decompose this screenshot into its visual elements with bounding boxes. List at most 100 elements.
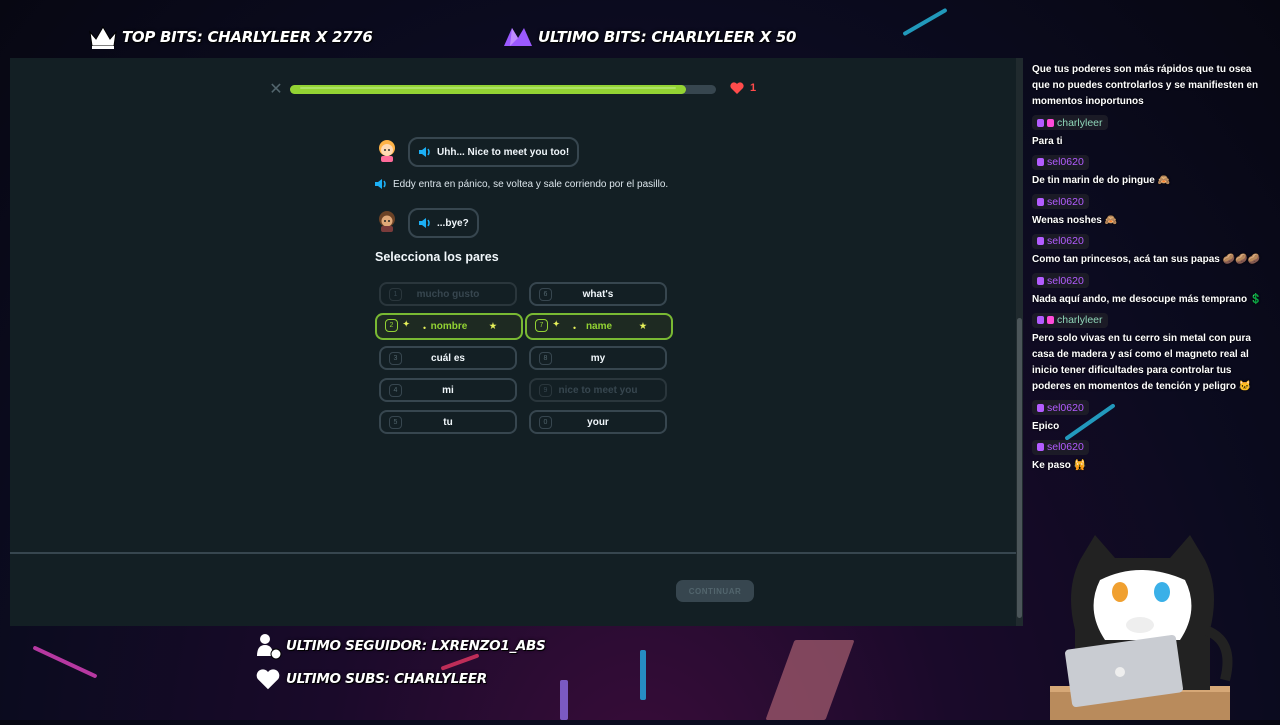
tile-shortcut-number: 4 bbox=[389, 384, 402, 397]
exercise-prompt: Selecciona los pares bbox=[375, 250, 499, 264]
tile-shortcut-number: 5 bbox=[389, 416, 402, 429]
tile-text: tu bbox=[443, 416, 453, 428]
speech-bubble-1[interactable]: Uhh... Nice to meet you too! bbox=[408, 137, 580, 167]
chat-username-text: sel0620 bbox=[1047, 441, 1084, 453]
chat-message: Epico bbox=[1032, 420, 1060, 432]
narration-text: Eddy entra en pánico, se voltea y sale c… bbox=[393, 178, 669, 190]
speaker-icon[interactable] bbox=[374, 178, 388, 190]
ultimo-subs-text: ULTIMO SUBS: CHARLYLEER bbox=[286, 671, 487, 687]
chat-username[interactable]: sel0620 bbox=[1032, 194, 1089, 209]
sparkle-icon: ★ bbox=[639, 321, 647, 331]
chat-message: Ke paso 🙀 bbox=[1032, 460, 1087, 471]
match-tile-right[interactable]: 8 my bbox=[529, 346, 667, 370]
tile-shortcut-number: 1 bbox=[389, 288, 402, 301]
speech-bubble-2[interactable]: ...bye? bbox=[408, 208, 479, 238]
hearts-count: 1 bbox=[750, 82, 757, 94]
sub-badge-icon bbox=[1037, 118, 1044, 127]
lesson-window: ✕ 1 Uhh... Nice to meet you too! Eddy en… bbox=[10, 58, 1016, 626]
match-tile-right: 9 nice to meet you bbox=[529, 378, 667, 402]
match-tile-left[interactable]: 5 tu bbox=[379, 410, 517, 434]
tile-text: your bbox=[587, 416, 609, 428]
bubble-1-text: Uhh... Nice to meet you too! bbox=[437, 146, 570, 158]
chat-username[interactable]: charlyleer bbox=[1032, 115, 1108, 130]
chat-username[interactable]: charlyleer bbox=[1032, 312, 1108, 328]
sparkle-icon: • bbox=[423, 323, 426, 333]
match-tile-right[interactable]: 7 name ✦ • ★ bbox=[525, 313, 673, 340]
speaker-icon[interactable] bbox=[418, 146, 432, 158]
sub-badge-icon bbox=[1037, 276, 1044, 285]
chat-username[interactable]: sel0620 bbox=[1032, 233, 1089, 249]
tile-shortcut-number: 7 bbox=[535, 319, 548, 332]
match-tile-right[interactable]: 6 what's bbox=[529, 282, 667, 306]
bubble-2-text: ...bye? bbox=[437, 217, 469, 229]
boy-avatar-icon bbox=[379, 211, 395, 232]
stream-chat: Que tus poderes son más rápidos que tu o… bbox=[1026, 60, 1276, 476]
tile-text: my bbox=[590, 352, 606, 364]
chat-username[interactable]: sel0620 bbox=[1032, 154, 1089, 170]
chat-username-text: sel0620 bbox=[1047, 235, 1084, 247]
scrollbar[interactable] bbox=[1016, 58, 1023, 626]
broadcaster-badge-icon bbox=[1047, 316, 1054, 324]
hearts-counter: 1 bbox=[730, 82, 756, 94]
tile-text: what's bbox=[582, 288, 614, 300]
footer-divider bbox=[10, 552, 1016, 554]
tile-shortcut-number: 2 bbox=[385, 319, 398, 332]
crown-icon bbox=[89, 26, 117, 49]
sparkle-icon: ✦ bbox=[552, 319, 560, 329]
tile-text: cuál es bbox=[431, 352, 465, 364]
progress-bar bbox=[290, 85, 716, 94]
cat-mascot-image bbox=[1050, 535, 1233, 720]
girl-avatar-icon bbox=[379, 140, 395, 162]
chat-username-text: charlyleer bbox=[1057, 116, 1103, 129]
tile-text: name bbox=[585, 321, 613, 332]
match-tile-left[interactable]: 3 cuál es bbox=[379, 346, 517, 370]
character-avatar-girl bbox=[375, 138, 399, 162]
tile-shortcut-number: 6 bbox=[539, 288, 552, 301]
broadcaster-badge-icon bbox=[1047, 118, 1054, 127]
narration: Eddy entra en pánico, se voltea y sale c… bbox=[374, 178, 668, 190]
continue-button[interactable]: CONTINUAR bbox=[676, 580, 754, 602]
sparkle-icon: ✦ bbox=[402, 319, 410, 329]
ultimo-bits-label: ULTIMO BITS: CHARLYLEER X 50 bbox=[502, 26, 796, 48]
follower-icon bbox=[257, 634, 282, 660]
character-avatar-eddy bbox=[375, 208, 399, 232]
tile-text: mucho gusto bbox=[416, 288, 480, 300]
chat-username[interactable]: sel0620 bbox=[1032, 400, 1089, 415]
sub-badge-icon bbox=[1037, 403, 1044, 412]
chat-message: Para ti bbox=[1032, 135, 1063, 147]
chat-username-text: sel0620 bbox=[1047, 401, 1084, 414]
sub-badge-icon bbox=[1037, 443, 1044, 451]
ultimo-seguidor-text: ULTIMO SEGUIDOR: LXRENZO1_ABS bbox=[286, 638, 546, 654]
chat-username-text: sel0620 bbox=[1047, 195, 1084, 208]
chat-message: De tin marin de do pingue 🙈 bbox=[1032, 175, 1171, 186]
sub-badge-icon bbox=[1037, 237, 1044, 245]
tile-text: mi bbox=[442, 384, 454, 396]
tile-shortcut-number: 3 bbox=[389, 352, 402, 365]
chat-message: Como tan princesos, acá tan sus papas 🥔🥔… bbox=[1032, 254, 1260, 265]
match-tile-left[interactable]: 2 nombre ✦ • ★ bbox=[375, 313, 523, 340]
ultimo-subs-label: ULTIMO SUBS: CHARLYLEER bbox=[256, 668, 487, 690]
chat-username[interactable]: sel0620 bbox=[1032, 439, 1089, 455]
tile-shortcut-number: 0 bbox=[539, 416, 552, 429]
ultimo-seguidor-label: ULTIMO SEGUIDOR: LXRENZO1_ABS bbox=[256, 632, 546, 660]
scrollbar-thumb[interactable] bbox=[1017, 318, 1022, 618]
chat-username-text: charlyleer bbox=[1057, 314, 1103, 326]
sub-badge-icon bbox=[1037, 197, 1044, 206]
chat-username[interactable]: sel0620 bbox=[1032, 273, 1089, 288]
match-tile-right[interactable]: 0 your bbox=[529, 410, 667, 434]
chat-message: Nada aquí ando, me desocupe más temprano… bbox=[1032, 293, 1263, 305]
sparkle-icon: ★ bbox=[489, 321, 497, 331]
chat-message: Que tus poderes son más rápidos que tu o… bbox=[1032, 64, 1259, 107]
close-icon[interactable]: ✕ bbox=[268, 82, 284, 98]
speaker-icon[interactable] bbox=[418, 217, 432, 229]
match-tile-left[interactable]: 4 mi bbox=[379, 378, 517, 402]
tile-text: nombre bbox=[430, 321, 468, 332]
chat-message: Wenas noshes 🙈 bbox=[1032, 214, 1118, 226]
chat-message: Pero solo vivas en tu cerro sin metal co… bbox=[1032, 333, 1252, 392]
bits-gem-icon bbox=[504, 28, 532, 46]
sparkle-icon: • bbox=[573, 323, 576, 333]
sub-badge-icon bbox=[1037, 158, 1044, 166]
heart-icon bbox=[256, 669, 280, 690]
sub-badge-icon bbox=[1037, 316, 1044, 324]
tile-shortcut-number: 9 bbox=[539, 384, 552, 397]
